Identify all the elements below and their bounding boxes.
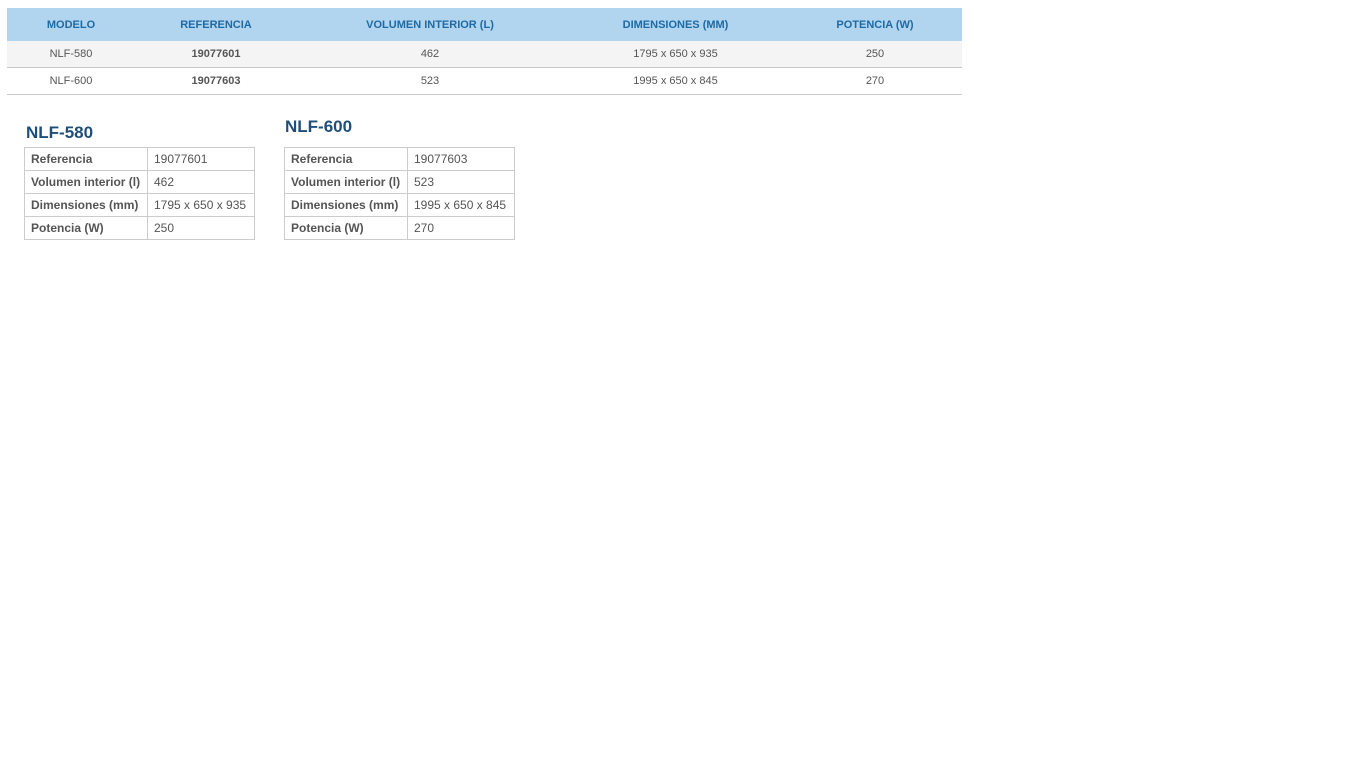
cell-volumen: 462 (297, 41, 563, 68)
cell-potencia: 250 (788, 41, 962, 68)
spec-value: 250 (147, 216, 255, 240)
spec-value: 1995 x 650 x 845 (407, 193, 515, 217)
cell-modelo: NLF-600 (7, 67, 135, 95)
cell-volumen: 523 (297, 67, 563, 95)
spec-row: Volumen interior (l) 462 (24, 170, 255, 194)
summary-table: MODELO REFERENCIA VOLUMEN INTERIOR (L) D… (7, 8, 962, 95)
spec-table: Referencia 19077603 Volumen interior (l)… (284, 147, 515, 240)
spec-table: Referencia 19077601 Volumen interior (l)… (24, 147, 255, 240)
spec-label: Potencia (W) (24, 216, 148, 240)
spec-label: Referencia (284, 147, 408, 171)
spec-row: Potencia (W) 250 (24, 216, 255, 240)
spec-label: Volumen interior (l) (284, 170, 408, 194)
cell-modelo: NLF-580 (7, 41, 135, 68)
col-header-modelo: MODELO (7, 8, 135, 41)
spec-row: Dimensiones (mm) 1795 x 650 x 935 (24, 193, 255, 217)
col-header-volumen: VOLUMEN INTERIOR (L) (297, 8, 563, 41)
spec-label: Potencia (W) (284, 216, 408, 240)
table-row: NLF-600 19077603 523 1995 x 650 x 845 27… (7, 67, 962, 95)
cell-potencia: 270 (788, 67, 962, 95)
spec-row: Potencia (W) 270 (284, 216, 515, 240)
spec-value: 19077603 (407, 147, 515, 171)
spec-row: Dimensiones (mm) 1995 x 650 x 845 (284, 193, 515, 217)
spec-row: Referencia 19077601 (24, 147, 255, 171)
cell-dimensiones: 1995 x 650 x 845 (563, 67, 788, 95)
spec-value: 1795 x 650 x 935 (147, 193, 255, 217)
cell-referencia: 19077603 (135, 67, 297, 95)
table-row: NLF-580 19077601 462 1795 x 650 x 935 25… (7, 41, 962, 68)
spec-card-title: NLF-600 (285, 117, 353, 136)
spec-label: Dimensiones (mm) (24, 193, 148, 217)
col-header-potencia: POTENCIA (W) (788, 8, 962, 41)
spec-row: Referencia 19077603 (284, 147, 515, 171)
col-header-dimensiones: DIMENSIONES (MM) (563, 8, 788, 41)
cell-dimensiones: 1795 x 650 x 935 (563, 41, 788, 68)
spec-value: 462 (147, 170, 255, 194)
spec-value: 19077601 (147, 147, 255, 171)
col-header-referencia: REFERENCIA (135, 8, 297, 41)
spec-value: 270 (407, 216, 515, 240)
spec-card-title: NLF-580 (26, 123, 94, 142)
spec-row: Volumen interior (l) 523 (284, 170, 515, 194)
spec-label: Dimensiones (mm) (284, 193, 408, 217)
spec-label: Volumen interior (l) (24, 170, 148, 194)
summary-header-row: MODELO REFERENCIA VOLUMEN INTERIOR (L) D… (7, 8, 962, 41)
spec-card-nlf-600: NLF-600 Referencia 19077603 Volumen inte… (284, 116, 515, 240)
cell-referencia: 19077601 (135, 41, 297, 68)
spec-card-nlf-580: NLF-580 Referencia 19077601 Volumen inte… (24, 122, 255, 240)
spec-value: 523 (407, 170, 515, 194)
spec-label: Referencia (24, 147, 148, 171)
